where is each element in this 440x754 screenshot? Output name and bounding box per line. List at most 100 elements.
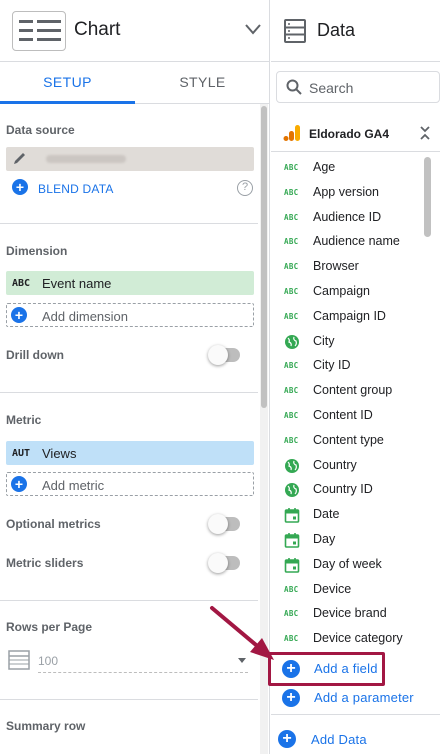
add-dimension-label: Add dimension: [42, 309, 128, 324]
calendar-icon: [284, 557, 300, 573]
globe-icon: [284, 458, 300, 474]
field-item[interactable]: Day of week: [271, 552, 421, 576]
summary-row-label: Summary row: [6, 719, 86, 733]
field-item[interactable]: Day: [271, 527, 421, 551]
data-source-name-redacted: [46, 155, 126, 163]
calendar-icon: [284, 507, 300, 523]
field-name: Audience ID: [313, 209, 382, 224]
text-type-icon: ABC: [284, 584, 299, 594]
metric-chip[interactable]: AUT Views: [6, 441, 254, 465]
field-item[interactable]: ABC Content ID: [271, 403, 421, 427]
calendar-icon: [284, 532, 300, 548]
text-type-icon: ABC: [284, 386, 299, 396]
field-item[interactable]: ABC Age: [271, 155, 421, 179]
data-panel-footer: + Add Data: [271, 714, 440, 754]
rows-per-page-label: Rows per Page: [6, 620, 93, 634]
text-type-icon: ABC: [284, 262, 299, 272]
field-item[interactable]: ABC Audience ID: [271, 205, 421, 229]
metric-aggregation-tag: AUT: [12, 448, 31, 459]
field-name: Campaign ID: [313, 308, 386, 323]
field-name: Campaign: [313, 284, 370, 298]
field-name: Audience name: [313, 234, 400, 249]
data-source-row[interactable]: Eldorado GA4: [271, 118, 440, 152]
field-item[interactable]: ABC Browser: [271, 254, 421, 278]
search-placeholder: Search: [309, 80, 354, 96]
pencil-icon[interactable]: [12, 152, 28, 166]
text-type-icon: ABC: [284, 212, 299, 222]
field-name: Day of week: [313, 556, 382, 571]
add-field-highlight-box: [268, 652, 385, 686]
chevron-down-icon[interactable]: [244, 22, 262, 36]
blend-data-button[interactable]: BLEND DATA: [38, 182, 114, 196]
add-metric-button[interactable]: + Add metric: [6, 472, 254, 496]
field-item[interactable]: ABC Content group: [271, 378, 421, 402]
field-item[interactable]: ABC City ID: [271, 353, 421, 377]
field-item[interactable]: Date: [271, 502, 421, 526]
blend-data-plus-icon[interactable]: +: [12, 179, 28, 195]
collapse-icon[interactable]: [419, 124, 431, 142]
search-input[interactable]: Search: [276, 71, 440, 103]
add-metric-label: Add metric: [42, 478, 105, 493]
help-icon[interactable]: ?: [237, 180, 253, 196]
metric-field-name: Views: [42, 446, 77, 461]
text-type-icon: ABC: [284, 187, 299, 197]
plus-icon: +: [11, 476, 27, 492]
field-item[interactable]: ABC App version: [271, 180, 421, 204]
metric-sliders-label: Metric sliders: [6, 556, 84, 570]
chart-header: Chart: [0, 0, 269, 62]
field-item[interactable]: Country: [271, 453, 421, 477]
drill-down-label: Drill down: [6, 348, 64, 362]
field-item[interactable]: City: [271, 329, 421, 353]
add-data-button[interactable]: Add Data: [311, 732, 367, 747]
data-source-label: Data source: [6, 123, 75, 137]
field-item[interactable]: ABC Device: [271, 577, 421, 601]
field-item[interactable]: ABC Audience name: [271, 229, 421, 253]
field-name: Date: [313, 507, 340, 522]
dimension-chip[interactable]: ABC Event name: [6, 271, 254, 295]
field-list-scrollbar[interactable]: [424, 155, 432, 651]
google-analytics-icon: [283, 125, 300, 141]
field-name: City ID: [313, 358, 351, 373]
field-item[interactable]: ABC Campaign ID: [271, 304, 421, 328]
text-type-icon: ABC: [284, 237, 299, 247]
field-name: Content group: [313, 383, 393, 398]
field-item[interactable]: ABC Device category: [271, 626, 421, 650]
field-name: Device brand: [313, 606, 387, 621]
rows-icon: [8, 650, 30, 670]
text-type-icon: ABC: [284, 361, 299, 371]
table-chart-icon[interactable]: [12, 11, 66, 51]
field-list: ABC Age ABC App version ABC Audience ID ABC Aud…: [271, 155, 440, 651]
globe-icon: [284, 334, 300, 350]
field-item[interactable]: ABC Device brand: [271, 601, 421, 625]
field-item[interactable]: ABC Campaign: [271, 279, 421, 303]
field-name: App version: [313, 184, 380, 199]
add-parameter-button[interactable]: + Add a parameter: [271, 684, 440, 710]
data-panel-title: Data: [317, 20, 356, 40]
field-name: Country ID: [313, 482, 373, 497]
field-name: Content ID: [313, 408, 373, 422]
tab-setup[interactable]: SETUP: [0, 62, 135, 104]
tab-style[interactable]: STYLE: [135, 62, 269, 104]
add-dimension-button[interactable]: + Add dimension: [6, 303, 254, 327]
metric-label: Metric: [6, 413, 42, 427]
database-icon: [284, 19, 306, 43]
field-item[interactable]: Country ID: [271, 477, 421, 501]
data-source-selector[interactable]: [6, 147, 254, 171]
data-source-name: Eldorado GA4: [309, 127, 390, 141]
text-type-icon: ABC: [284, 435, 299, 445]
optional-metrics-label: Optional metrics: [6, 517, 101, 531]
field-name: Country: [313, 457, 357, 472]
field-name: Day: [313, 532, 336, 546]
field-name: Age: [313, 160, 336, 174]
text-type-icon: ABC: [284, 634, 299, 644]
field-name: Device: [313, 581, 352, 596]
dimension-label: Dimension: [6, 244, 68, 258]
add-data-plus-icon[interactable]: +: [278, 730, 296, 748]
field-item[interactable]: ABC Content type: [271, 428, 421, 452]
setup-style-tabs: SETUP STYLE: [0, 62, 269, 104]
drill-down-toggle[interactable]: [208, 345, 240, 365]
add-parameter-plus-icon: +: [282, 689, 300, 707]
metric-sliders-toggle[interactable]: [208, 553, 240, 573]
text-type-icon: ABC: [284, 163, 299, 172]
optional-metrics-toggle[interactable]: [208, 514, 240, 534]
